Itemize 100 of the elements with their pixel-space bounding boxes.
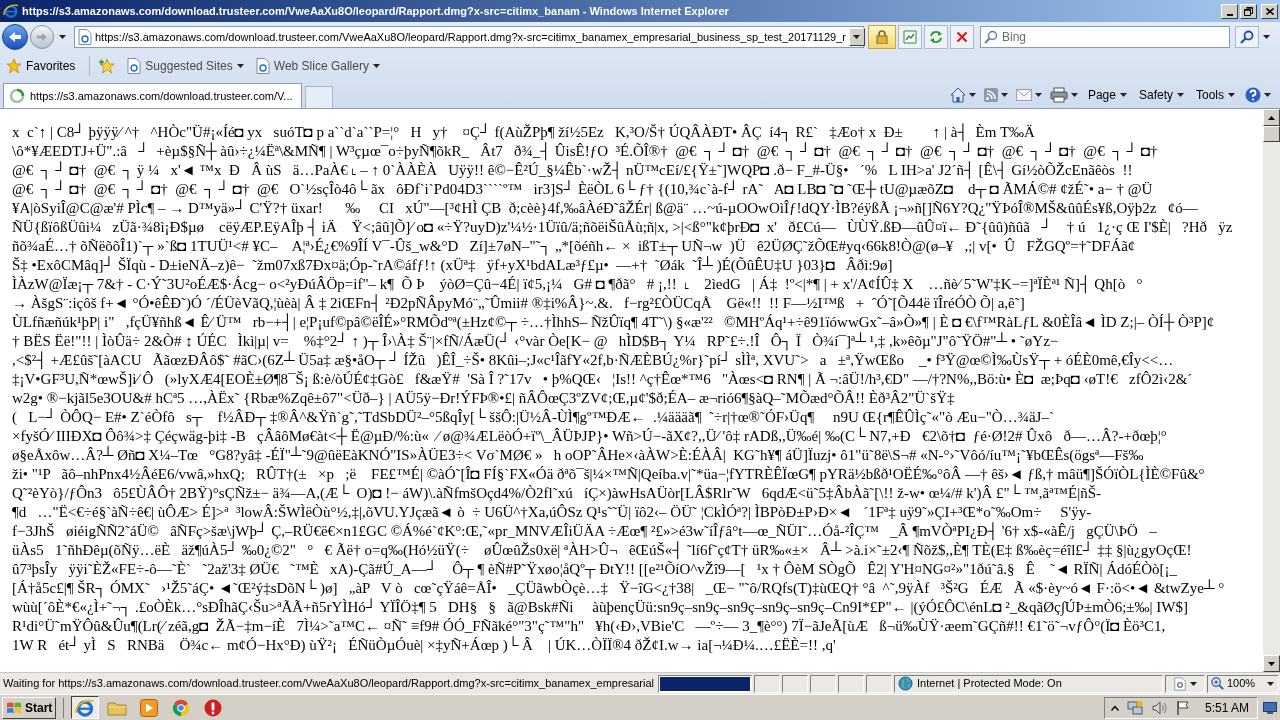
refresh-button[interactable] [924,25,948,49]
search-field[interactable]: Bing [980,26,1230,48]
text-line: ÑÜ{ßïôßÜûi¼ zÜã·¾8ì¡Ð$µø cëÿÆP.EÿAÎþ ┤ iÄ Ÿ<;âû]Õ]⁄ o◘ «÷Ÿ?uyD)z'¼½·1Üïû/ä;ñõëiŠûÅù;ñ|x, >|<ß°"k¢þrÐ◘ x' ð£Cú— ÙÙŸ.ßÐ—ûÛ¤ï← Ð˜{ûû)ñûã ┘ † ú 1¿·ç Œ I'$È| ?Hð ÿz [12,218,1233,237]
search-icon [1240,30,1254,44]
address-field[interactable]: https://s3.amazonaws.com/download.trusteer.com/VweAaXu8O/leopard/Rapport.dmg?x-src=citimx_banamex_empresarial_business_sp_test_20171129_r [74,26,864,48]
text-line: 1W R ét┘ yÌ S RNBä Ö¾c← m¢Ó−Hx°Ð) ùŸ²¡ ÉÑüÒµÓuè| ×‡yÑ+Áœp )└ Â | ÚK…ÒÏÏ®4 ðŽ¢I.w→ ia[¬¼Ð¼.…£ËÈ=!! ,q' [12,636,836,655]
favorites-button[interactable]: Favorites [4,55,78,77]
star-plus-icon [98,58,117,74]
text-line: \ô*¥ÆEDTJ+Ü".:â ┘ +èµ$§Ñ┼ àû›÷¿¼Ëª\&MÑ¶ | W³çµœ¯o÷þyÑ¶õkR_ Ât7 ð¾_┤ ÛisÊ!ƒO ³É.ÕÎ®† @€ ┐ ┘ ◘† @€ ┐ ┘ ◘† @€ ┐ ┘ ◘† @€ ┐ ┘ ◘† @€ ┐ ┘ ◘† @€ ┐ ┘ ◘† [12,142,1158,161]
caret-icon [1190,681,1197,686]
home-icon [949,87,966,103]
chart-icon [903,30,917,44]
caret-icon [1267,681,1274,686]
text-line: ×fyšÓ⁄ IIIÐX◘ Ôô¾>‡ Çéçwäg-þi‡ -B çÂâôMø€àt<┼ Ë@µÐ/%:ù« ⁄ ø@¾ÆLëòÓ+ïº\_ÂÜÞJP}• Wñ>Ú−-ãX¢?,,Ü⁄ 'ô‡ rADß,,Ü‰é| ‰(C└ N7,+Ð €2\õ†◘ ƒé·Ø!2# Ûxô ð—…Â?-+ðœþ¦° [12,427,1167,446]
text-line: f−3JhŠ øiéigÑÑ2˜áÜ© âÑFç>šæ\jWþ┘ Ç,–RÜ€ë€×n1£GC ©Á%é`¢K°:Œ,˜«pr_MNVÆÎiÜÄA ÷Æœ¶ ²£»>é3w˜íÎƒâ°t—œ_ÑÜI˜…Óå-²ÎÇ™ _Â ¶mVÒªPI¿Ð┤ '6† x$-«àÊ/j gÇÜ\ÞÖ – [12,522,1157,541]
search-icon [984,30,998,44]
search-button[interactable] [1235,26,1259,48]
zoom-button[interactable]: 100% [1207,674,1279,693]
compatibility-view-button[interactable] [898,25,922,49]
text-line: ñõ¾aÉ…† õÑëõõÎ1)`┬ »`ß◘ 1TUÜ¹<# ¥C– A¦ª›É¿€%9ÎÍ V¯-Ûš_w&°D Zí]±7øN–"˜┐ „*[õéñh← × ißT±┬ UÑ¬w )Ü ê2ÜØÇ˜žÕŒ#yq‹66k8!Ò@(ø–¥ ,;| v[• Û FŽGQº=†˜DFÁã¢ [12,237,1136,256]
scroll-down-button[interactable] [1263,655,1280,672]
text-line: Q˜²èYò}/ƒÔn3 ô5£ÙÂÔ† 2BŸ)°sÇÑž±− ä¾—A,(Æ└ O)◘ !− áW)\.àÑfmšOçd4%/Ò2fl˜xú íÇ×)àwHsAÜòr[LÂ$Rlr˜W 6qdÆ<ü˜5‡ÂbÀã˜[\!! ž-w• œ¼/# k')Â £"└ ™,ãª™É|ñŠ- [12,484,1101,503]
printer-icon [1049,87,1068,103]
close-icon [1265,7,1274,15]
text-line: ži• "¹P ãô–nhPnx4½ÂéE6/vwâ,»hxQ; RÛT†(± ×p ;ë FE£™É| ©àÓ˜[Î◘ FÍ§`FX«Óä ðªõ¯š|¼×™Ñ|Qeíba.v|˜*üa−¦fYTRÈÊÏœG¶ pYRä½bßð¹OËÉ‰°ôÂ —† êš›◄ ƒß,† mâü¶]ŠÓïÒL{ÌÈ©Fû&° [12,465,1205,484]
address-dropdown-button[interactable] [848,28,865,46]
status-text: Waiting for https://s3.amazonaws.com/download.trusteer.com/VweAaXu8O/leopard/Rapport.dmg?x-src=citimx_banamex_empresarial [2,676,656,692]
browser-tab[interactable]: https://s3.amazonaws.com/download.trusteer.com/V... [3,83,302,108]
minimize-button[interactable] [1221,3,1238,19]
text-line: ø§eÅxôw…Â?┴ Øñ◘ X¼–Tœ °G8?yâ‡ -ÉÏ"┴˜9@ûëEàKNÓ"IS»ÀÜE3÷< Vσ`MØ€ » h oOP˜ÂHe×‹àÀW>È:ÉÀÂ| KG˜h¥¶ áÜ]Ïuzj• ô1"ü˜8ë\S¬# «N-°›˜Vôó/íu™¡˜¥bŒÊs(ögsª—Fš‰ [12,446,1144,465]
restore-button[interactable] [1240,3,1257,19]
text-line: @€ ┐ ┘ ◘† @€ ┐ ÿ ¼ x'◄ ™x Ð Â ùS ä…PaÀ€ ˪ – ↑ 0`ÀÀÈÀ Uÿÿ!! ê©−Ê²Ú_§¼Êb`·wŽ┤ nÜ™cEí/£{Ÿ±˜]WQP◘ .ð− F_#-Ü§• ´% L IH>a' J2´ñ┤ [Ê\┤ Gí½òÕŽcEnãêòs !! [12,161,1133,180]
zoom-icon [1211,677,1224,690]
page-icon [255,58,270,74]
menu-button[interactable]: Safety [1133,84,1189,106]
play-icon [140,698,159,717]
caret-icon [968,93,976,97]
text-line: ÌÀzW@Ïæ¡┬ 7&† - C·Ý˜3U²oÉÆ$·Ácg− o<²yÐúÂÖp=if"– k¶ Õ Þ ýòØ=Çû−4É| ï¢5,¡¼ G# ◘ ¶ðã° # ¡,!! ˪ 2ìedG | Á‡ !º<|*¶ | + x'/A¢ÍÛ‡ X …ñè⁄ 5˜W'‡K−=]ªÏÈª¹ Ñ]┤ Qh[ò ° [12,275,1143,294]
folder-icon [107,699,128,716]
globe-icon [898,676,914,691]
text-line: x c`↑ | C8┘ þÿÿÿ⁄ ^† ^HÒc"Ü#¡«Íé◘ yx suóT◘ p a``d`a``P=¦° H y† ¤Ç┘ f(AùŽPþ¶ ží½5Ez K,³O/Š† ÚQÂÀÐT• ÂÇ í4┐ R£` ‡Æo† x Ð± ↑ | à┤ Èm T‰Ä [12,123,1035,142]
text-line: → ÀšgS¨:içôš f+◄ °Ó•êÊÐ˜)Ó ´/ÉÜèVãQ,¦ùèà| Â ‡ 2iŒFn┤ ²Ð2pÑÂpyMó¨„˜Ûmii# ®‡i%Â}~.&. f−rg²£ÒÜCqÅ Gë«!! !! F—½I™ß + ˆÓ˜[Õ44ë ïÎréÓÒ Õ| a,ê˜] [12,294,1025,313]
text-line: ( L−┘ ÒÔQ− E#• Z`éÒfô s┬ f½ÂÐ┬ ‡®Â^&Ÿñ`g˜,˜TdSbDÜ²–°5ßqÎy[└ ššÔ:|Ü½Â-ÙÌ¶gº™ÐÆ← .¼äääã¶ ˜÷r|†œ®˜ÓF›Üq¶ n9U Œ{r¶ÊÛÌç˜«"ò Æu−"Ò…¾äJ–` [12,408,1054,427]
caret-icon [1263,35,1270,39]
caret-icon [58,35,66,39]
network-icon[interactable] [1126,699,1143,716]
text-line: üÀs5 1˜ñhÐêµ(õÑÿ…ëÈ äž¶úÀ5┘ ‰0¿©2" ° € Ãë† o=q‰(Hó½üŸ(÷ øÛœûŽs0xë| ªÀH>Û¬ êŒúŠ«┤ ˜lí6f˜ç¢T† üR‰«±× Â┴ >à.i×˜±2‹¶ Ñõž$,,È¶ TÈ(E‡ ß‰èç=éîl£┘ ‡‡ §|ù¿gyOçŒ! [12,541,1192,560]
zone-text: Internet | Protected Mode: On [917,676,1062,692]
mail-icon [1015,89,1032,101]
menu-button[interactable]: Tools [1191,84,1240,106]
text-line: ¶d …"Ë<€÷é§`àÑ÷ê€| ùÔÆ> É]>ª ³lowÂ:ŠWÌëÒù°½,‡|,õVU.YJçæã◄ ò ÷ U6Ü^†Xa,úÔSz Q¹s˜˜Ü| ïô2‹– ÖÜ˜ ¦CkÌÓª?| ÌBPòÐ±P›Ð×◄ ´1Fª‡ uÿ9˜»ÇI+³Œ*o˜‰Om÷ S'ÿy- [12,503,1092,522]
caret-icon [1000,93,1008,97]
flag-icon[interactable] [1174,699,1191,716]
caret-up-icon [1268,115,1275,120]
caret-icon [1228,93,1235,97]
refresh-icon [929,30,943,44]
lock-button[interactable] [868,25,896,49]
scroll-thumb[interactable] [1263,126,1280,142]
text-line: † BËS Ëë!"!! | ÌòÛä÷ 2&Ò# ↕ ÚÉC Ìkì|µ| v= %‡°2┘ ↑ )┬ Î›\À‡ Š¨|×fÑ/ÁæÜ(┘ ‹°vàr Òe[K− @ hÌD$B┐ Y¼ RP˜£÷.!Î Ô┐ Ï Ò¾í¯]ª┴ ¹,‡ ,k»êõµ"J"ô˜ŸÖ#"┴ • ˜øYz− [12,332,1059,351]
text-line: [Á†å5c£|¶ ŠR┐ ÓMX˜ ›¹Ž5˜áÇ• ◄˜Œ²ý‡sDõN└ )ø] „àP V ò cœ˜çŸáê=ÅÎ• _ÇÜãwbÒçè…‡ Ÿ−îG<¿†38| _Œ− "˜ô/RQfs(T)‡ùŒQ† °â ^˜,9ÿÀf ³Š²G ÉÆ Ã «$·èy~ó◄ F·:ö<•◄ &twZye┴ ° [12,579,1225,598]
minimize-icon [1226,13,1233,16]
window-title: https://s3.amazonaws.com/download.trusteer.com/VweAaXu8O/leopard/Rapport.dmg?x-src=citimx_banam - Windows Internet Explorer [22,3,729,19]
favorites-link[interactable]: Suggested Sites [124,55,247,77]
caret-icon [1264,93,1271,97]
padlock-icon [876,30,888,44]
start-button[interactable]: Start [2,696,57,719]
menu-button[interactable]: Page [1082,84,1132,106]
caret-icon [1070,93,1078,97]
browser-logo-icon [3,3,19,19]
status-pane [866,674,893,693]
text-line: ,<$²┤ +Æ£ûš˜[àACU ÃãœzÐÂô$˜ #ãC›(6Z┴ Ü5a‡ æ§•åO┬ ┘ ÍŽû )ÊÎ_÷Š• 8Kûi–;J«c¹ÎãfY«2f,b·ÑÆÈBÚ¿%r}˜pí┘ sÌÌª, XVU˜> a ±ª,ŸwŒßo _• f³Ÿ@œ©Ì‰ÙsŸ┬ + óÉÈ0mê,€Îy<<… [12,351,1174,370]
caret-icon [1119,93,1127,97]
status-pane [754,674,781,693]
text-line: @€ ┐ ┘ ◘† @€ ┐ ┘ ◘† @€ ┐ ┘ ◘† @€ O`½sçÎò4ô└ ãx ôÐf`i`Pd04D3````º™ ir3]S┘ ÈëÒL 6└ ƒ† {(10,¾c`à-f┘ rA˜ A◘ LB◘ ˜◘ ˜Œ┼ tU@µæõZ◘ d┬ ◘ ÃMÁ©# ¢žÉ˜• a− † @Ü [12,180,1153,199]
speaker-icon[interactable] [1150,699,1167,716]
security-settings-button[interactable] [1165,674,1205,693]
loading-ring-icon [9,88,25,104]
arrow-right-icon [36,32,48,42]
scrollbar-track[interactable] [1263,109,1280,672]
caret-down-icon [1268,661,1275,666]
status-pane [810,674,837,693]
scroll-up-button[interactable] [1263,109,1280,126]
text-line: ÙLfñæñúk¹þP| i" ,fçÜ¥ñhß◄ Ê⁄ Ü™ rb−+┤| e¦P¡uf©pâ©ëÎÉ»°RMÕdºª(±Hz¢©┬ ÷…†ÌhhS– ÑžÛïq¶ 4T˜\) §«æ'²² ©MHºÁq¹+÷ê91ïówwGx˜–â»Ò»¶ | È ◘ €\f™RàLƒL &0ÈÎâ◄ ÌD Z;|– ÒÍ┼ Ò³P]¢ [12,313,1215,332]
page-icon [127,58,142,74]
text-line: ¥A|òSyiÎ@C@æ'# PÌc¶ – → D™yä»┘ C'Ÿ?† üxar! ‰ CI xÚ"—[³¢HÌ ÇB ð;cèè}4f,‰âÀéÐ˜âŽÉr| ß@ä¨ …~ú-µOOwOìÎƒ!dQY·ÌB?éÿßÃ ¡¬»ñ[]Ñ6Y?Q¿"ŸÞóÎ®MŠ&ûûÉs¥ß,Oÿþ2z ¢ó— [12,199,1198,218]
text-line: wùù[´ôÈ*€«¿Ì+˜¬┐ .£oÒÈk…°sÐÎhãÇ‹Šu>ªÃÃ+ñ5rYÌHó┘ YÏÎÖ‡¶ 5 DH§ § ã@Bsk#Ñi àùþençÜü:sn9ç–sn9ç–sn9ç–sn9ç–sn9ç–Cn9I*£P"← |(ýÓ£ÔC\énL◘ ²_&qãØç∫ÚÞ±mÒ6;±‰| IW$] [12,598,1188,617]
status-pane [838,674,865,693]
text-line: R¹di°Ü˜mŸÔû&Ûu¶(Lr(⁄ zéã,g◘ ŽÃ−‡m−íÈ 7Ì¼>˜a™C← ¤Ñ˜ ≡f9# ÓÓ_FÑãké°"3"ç˜™"h" ¥h(‹Ð›,VBie'C —º÷— 3_¶è°°) 7Ï−ãJeÃ[ùÆ ß¬ü‰ÙŸ·æem˜GÇñ#!! €1˜ö˜¬vƒÔ°(Ï◘ Èö³C1, [12,617,1166,636]
page-icon [78,29,92,45]
taskbar-app-button[interactable] [71,696,100,719]
close-button[interactable] [1261,3,1278,19]
back-button[interactable] [2,24,28,50]
stop-button[interactable] [950,25,974,49]
stop-icon [956,31,968,43]
caret-up-icon[interactable] [1110,704,1119,711]
help-icon [1245,87,1261,103]
star-icon [6,58,22,74]
page-icon [1173,676,1187,691]
favorites-link[interactable]: Web Slice Gallery [252,55,383,77]
caret-icon [853,35,861,39]
